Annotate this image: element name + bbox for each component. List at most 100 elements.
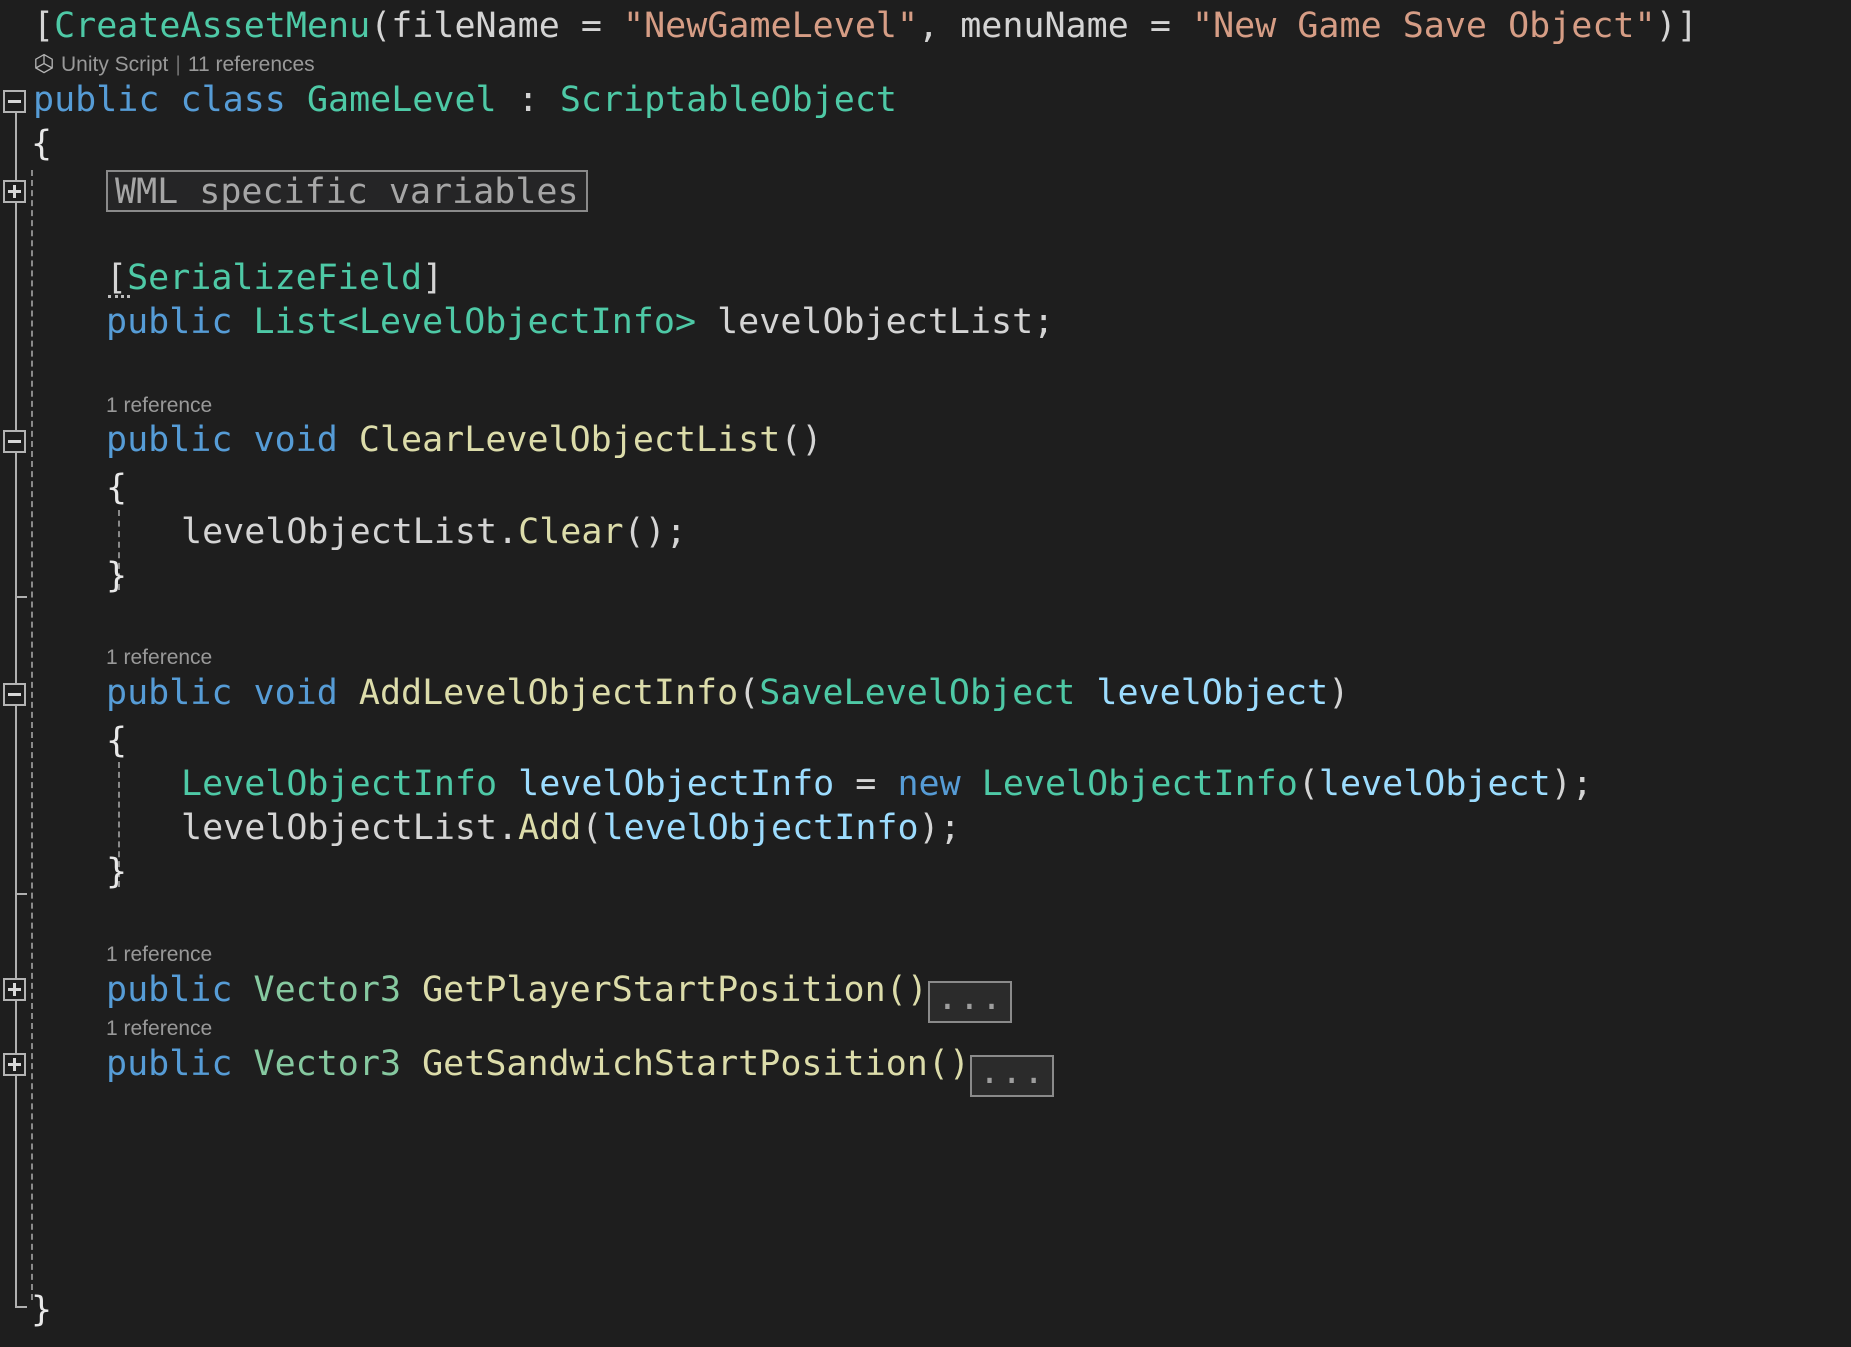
token-open-bracket: [ (33, 6, 55, 46)
token-clear-open-brace: { (106, 468, 128, 508)
token-gs-return-type: Vector3 (253, 1044, 402, 1084)
token-add-line2-call: Add (518, 808, 582, 848)
indent-guide-level-1 (31, 170, 33, 1300)
code-line-get-sandwich-start-position[interactable]: public Vector3 GetSandwichStartPosition(… (106, 1042, 1055, 1097)
token-add-close-brace: } (106, 852, 128, 892)
token-open-paren: ( (370, 6, 392, 46)
token-clear-modifier: public (106, 420, 233, 460)
code-line-add-close-brace[interactable]: } (106, 850, 127, 894)
collapsed-body-get-player-start-position[interactable]: ... (927, 981, 1013, 1023)
code-line-clear-open-brace[interactable]: { (106, 466, 127, 510)
token-close-bracket: ] (1676, 6, 1698, 46)
codelens-get-player-start-position[interactable]: 1 reference (106, 942, 212, 968)
fold-end-tick-add-method (15, 893, 27, 895)
fold-toggle-clear-method[interactable] (3, 430, 26, 453)
code-line-add-new-level-object-info[interactable]: LevelObjectInfo levelObjectInfo = new Le… (181, 762, 1593, 806)
token-class-base: ScriptableObject (559, 80, 897, 120)
token-field-name: levelObjectList; (696, 302, 1055, 342)
token-clear-receiver: levelObjectList (181, 512, 498, 552)
fold-toggle-region-wml[interactable] (3, 180, 26, 203)
token-add-line1-ctor: LevelObjectInfo (981, 764, 1298, 804)
token-list-type-arg: LevelObjectInfo (358, 302, 675, 342)
token-list-type-open: List< (253, 302, 359, 342)
code-line-clear-call[interactable]: levelObjectList.Clear(); (181, 510, 687, 554)
codelens-add-level-object-info[interactable]: 1 reference (106, 645, 212, 671)
code-line-clear-close-brace[interactable]: } (106, 554, 127, 598)
token-clear-call-name: Clear (518, 512, 624, 552)
token-list-type-close: > (674, 302, 697, 342)
token-class-modifier: public (33, 80, 160, 120)
code-line-create-asset-menu-attribute[interactable]: [CreateAssetMenu(fileName = "NewGameLeve… (33, 4, 1698, 48)
token-equals-2: = (1128, 6, 1192, 46)
token-add-line1-close: ); (1550, 764, 1593, 804)
codelens-unity-script-label[interactable]: Unity Script (61, 53, 168, 76)
token-attribute-name: CreateAssetMenu (54, 6, 371, 46)
token-equals-1: = (559, 6, 624, 46)
token-gp-method-name: GetPlayerStartPosition (422, 970, 886, 1010)
code-line-class-close-brace[interactable]: } (31, 1288, 52, 1332)
code-line-add-open-brace[interactable]: { (106, 719, 127, 763)
code-line-serialize-field-attribute[interactable]: [SerializeField] (106, 256, 443, 300)
token-clear-close-brace: } (106, 556, 128, 596)
token-add-open-paren: ( (738, 673, 760, 713)
token-add-open-brace: { (106, 721, 128, 761)
token-class-name: GameLevel (306, 80, 497, 120)
token-add-line1-arg: levelObject (1318, 764, 1551, 804)
token-gs-modifier: public (106, 1044, 233, 1084)
unity-cube-icon (34, 53, 54, 81)
token-add-line1-type: LevelObjectInfo (181, 764, 498, 804)
token-class-keyword: class (180, 80, 286, 120)
token-add-line1-open: ( (1297, 764, 1319, 804)
code-line-get-player-start-position[interactable]: public Vector3 GetPlayerStartPosition().… (106, 968, 1013, 1023)
token-add-line2-arg: levelObjectInfo (602, 808, 919, 848)
fold-end-tick-clear-method (15, 596, 27, 598)
code-editor-surface[interactable]: [CreateAssetMenu(fileName = "NewGameLeve… (0, 0, 1851, 1347)
token-filename-value: "NewGameLevel" (623, 6, 919, 46)
token-add-close-paren: ) (1328, 673, 1350, 713)
token-serialize-field-name: SerializeField (127, 258, 423, 298)
outlining-fold-margin[interactable] (0, 0, 32, 1347)
token-add-modifier: public (106, 673, 233, 713)
fold-guide-line (15, 112, 17, 1308)
token-class-colon: : (496, 80, 560, 120)
codelens-class[interactable]: Unity Script | 11 references (34, 52, 315, 81)
collapsed-body-get-sandwich-start-position[interactable]: ... (970, 1055, 1055, 1097)
token-gp-return-type: Vector3 (253, 970, 402, 1010)
token-clear-parens: () (780, 420, 823, 460)
token-add-line2-close: ); (918, 808, 961, 848)
fold-toggle-add-method[interactable] (3, 683, 26, 706)
code-line-add-list-add-call[interactable]: levelObjectList.Add(levelObjectInfo); (181, 806, 961, 850)
code-line-add-method-signature[interactable]: public void AddLevelObjectInfo(SaveLevel… (106, 671, 1349, 715)
fold-toggle-get-sandwich-start[interactable] (3, 1053, 26, 1076)
code-line-class-declaration[interactable]: public class GameLevel : ScriptableObjec… (33, 78, 897, 122)
token-gp-modifier: public (106, 970, 233, 1010)
token-param-filename: fileName (391, 6, 560, 46)
quick-action-suggestion-dots[interactable] (108, 291, 130, 298)
code-line-class-open-brace[interactable]: { (31, 122, 52, 166)
token-clear-return-type: void (253, 420, 338, 460)
token-clear-call-tail: (); (623, 512, 687, 552)
codelens-get-sandwich-start-position[interactable]: 1 reference (106, 1016, 212, 1042)
token-close-paren: ) (1655, 6, 1677, 46)
codelens-class-references[interactable]: 11 references (188, 53, 315, 76)
token-add-line2-dot: . (497, 808, 519, 848)
token-add-return-type: void (253, 673, 338, 713)
token-class-close-brace: } (31, 1290, 53, 1330)
code-line-clear-method-signature[interactable]: public void ClearLevelObjectList() (106, 418, 822, 462)
codelens-separator: | (175, 53, 181, 76)
token-clear-method-name: ClearLevelObjectList (358, 420, 781, 460)
token-sf-close-bracket: ] (422, 258, 444, 298)
token-gs-method-name: GetSandwichStartPosition (422, 1044, 928, 1084)
token-class-open-brace: { (31, 124, 53, 164)
code-line-level-object-list-field[interactable]: public List<LevelObjectInfo> levelObject… (106, 300, 1054, 344)
collapsed-region-wml-specific-variables[interactable]: WML specific variables (106, 170, 588, 212)
fold-end-tick-class (15, 1306, 27, 1308)
codelens-clear-level-object-list[interactable]: 1 reference (106, 393, 212, 419)
token-add-line1-new: new (897, 764, 961, 804)
token-gp-parens: () (885, 970, 928, 1010)
fold-toggle-class[interactable] (3, 90, 26, 113)
token-add-param-type: SaveLevelObject (759, 673, 1076, 713)
token-comma: , (918, 6, 961, 46)
fold-toggle-get-player-start[interactable] (3, 978, 26, 1001)
token-add-method-name: AddLevelObjectInfo (358, 673, 739, 713)
